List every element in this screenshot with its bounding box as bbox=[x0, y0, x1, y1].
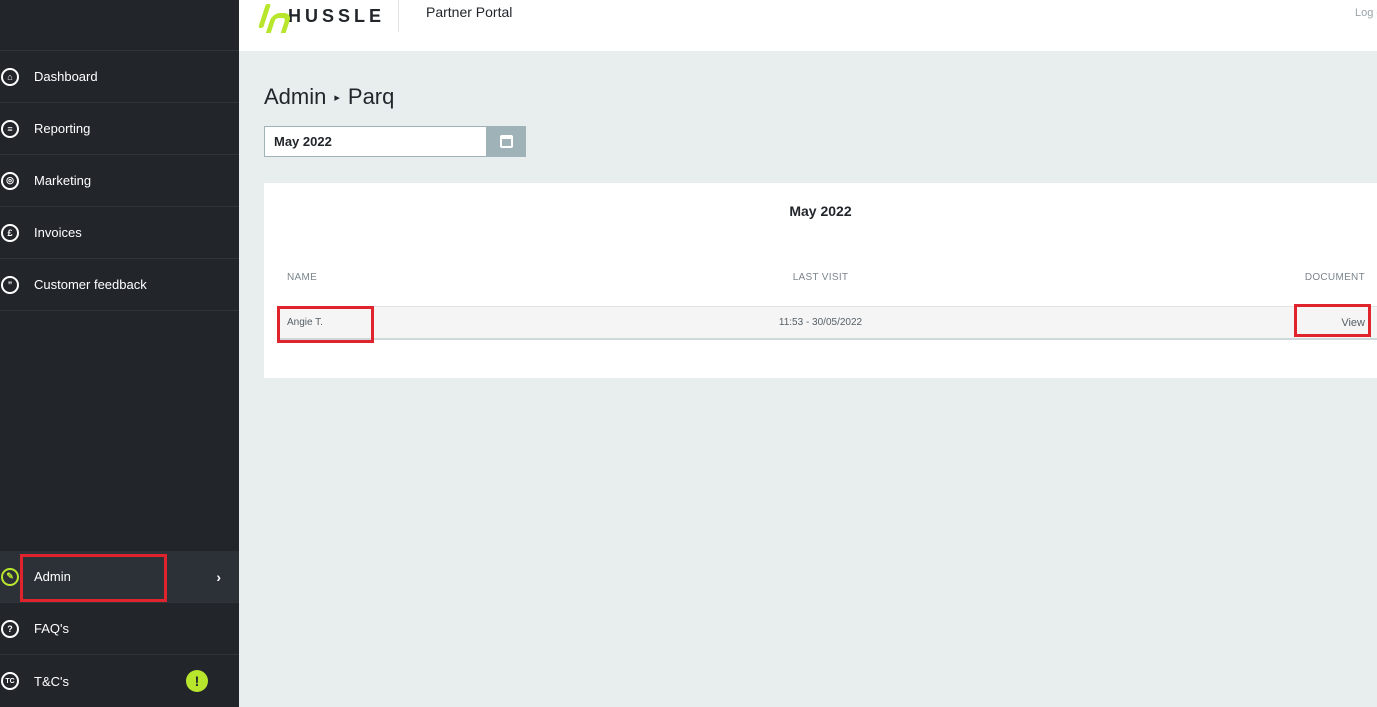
question-icon: ? bbox=[1, 619, 19, 638]
calendar-icon bbox=[500, 135, 513, 148]
sidebar-item-tcs[interactable]: TC T&C's ! bbox=[0, 655, 239, 707]
sidebar-item-label: Dashboard bbox=[34, 69, 98, 84]
admin-icon: ✎ bbox=[1, 567, 19, 586]
sidebar-item-label: Admin bbox=[34, 569, 71, 584]
sidebar-top bbox=[0, 0, 239, 51]
breadcrumb-separator-icon: ▸ bbox=[334, 91, 340, 104]
brand-name: HUSSLE bbox=[288, 5, 386, 26]
sidebar-item-admin[interactable]: ✎ Admin › bbox=[0, 551, 239, 603]
logout-link[interactable]: Log o bbox=[1355, 7, 1377, 19]
breadcrumb-parent: Admin bbox=[264, 84, 327, 109]
sidebar-item-label: Reporting bbox=[34, 121, 91, 136]
sidebar-item-invoices[interactable]: £ Invoices bbox=[0, 207, 239, 259]
portal-title: Partner Portal bbox=[426, 4, 513, 20]
target-icon: ◎ bbox=[1, 171, 19, 190]
home-icon: ⌂ bbox=[1, 67, 19, 86]
alert-badge: ! bbox=[186, 670, 208, 692]
sidebar-item-label: FAQ's bbox=[34, 621, 69, 636]
sidebar-item-label: Invoices bbox=[34, 225, 82, 240]
sidebar-item-customer-feedback[interactable]: ” Customer feedback bbox=[0, 259, 239, 311]
breadcrumb-current: Parq bbox=[347, 84, 395, 109]
tc-icon: TC bbox=[1, 672, 19, 690]
sidebar-bottom-nav: ✎ Admin › ? FAQ's TC T&C's ! bbox=[0, 551, 239, 707]
top-header: HUSSLE Partner Portal Log o bbox=[239, 0, 1377, 51]
report-icon: ≡ bbox=[1, 119, 19, 138]
hussle-logo-icon bbox=[259, 2, 283, 30]
month-picker bbox=[264, 126, 526, 157]
view-document-link[interactable]: View bbox=[1341, 317, 1365, 329]
sidebar-item-label: Marketing bbox=[34, 173, 92, 188]
sidebar-item-faqs[interactable]: ? FAQ's bbox=[0, 603, 239, 655]
chevron-right-icon: › bbox=[216, 568, 221, 585]
sidebar-item-dashboard[interactable]: ⌂ Dashboard bbox=[0, 51, 239, 103]
column-header-document: DOCUMENT bbox=[1304, 272, 1365, 283]
row-last-visit: 11:53 - 30/05/2022 bbox=[778, 317, 863, 328]
breadcrumb: Admin ▸ Parq bbox=[264, 84, 394, 110]
sidebar-item-label: T&C's bbox=[34, 673, 69, 689]
column-header-last-visit: LAST VISIT bbox=[792, 272, 849, 283]
calendar-button[interactable] bbox=[487, 126, 526, 157]
quote-icon: ” bbox=[1, 275, 19, 294]
card-title: May 2022 bbox=[789, 203, 852, 219]
pound-icon: £ bbox=[1, 223, 19, 242]
sidebar-item-marketing[interactable]: ◎ Marketing bbox=[0, 155, 239, 207]
sidebar: ⌂ Dashboard ≡ Reporting ◎ Marketing £ In… bbox=[0, 0, 239, 707]
hussle-logo[interactable]: HUSSLE bbox=[259, 0, 385, 32]
header-divider bbox=[398, 0, 399, 32]
visits-card: May 2022 NAME LAST VISIT DOCUMENT Angie … bbox=[264, 183, 1377, 378]
table-row: Angie T. 11:53 - 30/05/2022 View bbox=[277, 304, 1377, 343]
sidebar-item-reporting[interactable]: ≡ Reporting bbox=[0, 103, 239, 155]
sidebar-item-label: Customer feedback bbox=[34, 277, 147, 292]
month-input[interactable] bbox=[264, 126, 487, 157]
